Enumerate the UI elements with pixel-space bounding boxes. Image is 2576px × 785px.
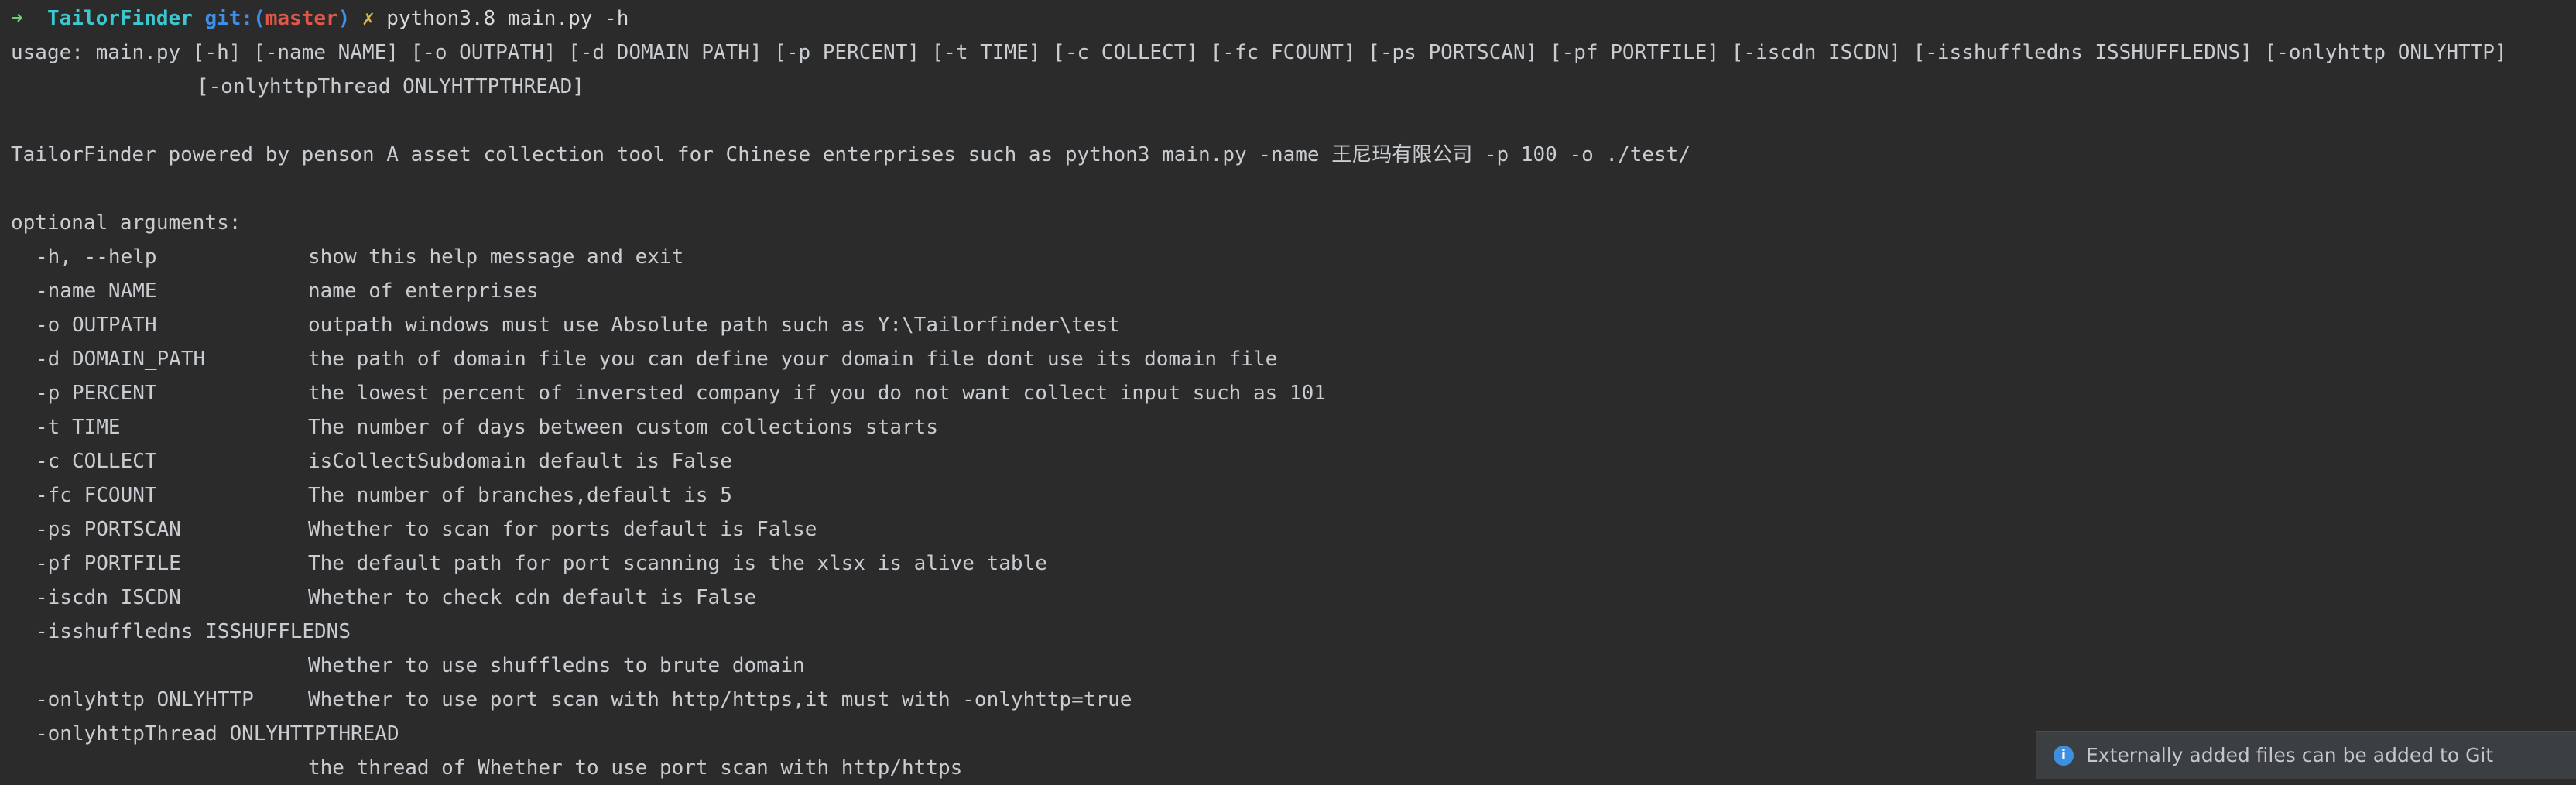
prompt-dirty-icon: ✗ bbox=[361, 7, 375, 30]
option-flag: -onlyhttp ONLYHTTP bbox=[36, 688, 254, 711]
prompt-command: python3.8 main.py -h bbox=[386, 7, 629, 30]
prompt-directory: TailorFinder bbox=[46, 7, 193, 30]
prompt-git-label: git:( bbox=[204, 7, 265, 30]
option-row: -fc FCOUNT The number of branches,default… bbox=[11, 478, 2576, 512]
option-flag: -name NAME bbox=[36, 279, 157, 303]
option-flag: -d DOMAIN_PATH bbox=[36, 348, 206, 371]
option-row: -isshuffledns ISSHUFFLEDNS bbox=[11, 615, 2576, 649]
option-flag: -ps PORTSCAN bbox=[36, 518, 181, 541]
option-description: outpath windows must use Absolute path s… bbox=[308, 314, 1120, 337]
option-row: -iscdn ISCDN Whether to check cdn default… bbox=[11, 581, 2576, 615]
option-row: -ps PORTSCAN Whether to scan for ports de… bbox=[11, 512, 2576, 547]
terminal-output[interactable]: ➜ TailorFinder git:(master) ✗ python3.8 … bbox=[0, 0, 2576, 780]
option-description: The default path for port scanning is th… bbox=[308, 552, 1047, 575]
option-row: -h, --help show this help message and exi… bbox=[11, 240, 2576, 274]
option-row: -pf PORTFILE The default path for port sc… bbox=[11, 547, 2576, 581]
option-row: -onlyhttp ONLYHTTP Whether to use port sc… bbox=[11, 683, 2576, 717]
option-description: show this help message and exit bbox=[308, 245, 684, 269]
option-description: the path of domain file you can define y… bbox=[308, 348, 1278, 371]
info-icon: i bbox=[2054, 745, 2074, 766]
notification-text[interactable]: Externally added files can be added to G… bbox=[2086, 744, 2493, 766]
git-notification[interactable]: i Externally added files can be added to… bbox=[2036, 731, 2576, 779]
option-flag: -c COLLECT bbox=[36, 450, 157, 473]
option-description: Whether to check cdn default is False bbox=[308, 586, 757, 609]
option-flag: -isshuffledns ISSHUFFLEDNS bbox=[36, 620, 351, 643]
description-line: TailorFinder powered by penson A asset c… bbox=[11, 143, 1690, 166]
option-description: Whether to use shuffledns to brute domai… bbox=[308, 654, 805, 677]
option-row: -c COLLECT isCollectSubdomain default is … bbox=[11, 444, 2576, 478]
option-flag: -h, --help bbox=[36, 245, 157, 269]
option-description: the lowest percent of inversted company … bbox=[308, 382, 1326, 405]
option-description: The number of branches,default is 5 bbox=[308, 484, 732, 507]
prompt-line: ➜ TailorFinder git:(master) ✗ python3.8 … bbox=[11, 2, 2576, 36]
option-row: -name NAME name of enterprises bbox=[11, 274, 2576, 308]
prompt-arrow-icon: ➜ bbox=[11, 7, 23, 30]
option-description: Whether to scan for ports default is Fal… bbox=[308, 518, 817, 541]
usage-line-1: usage: main.py [-h] [-name NAME] [-o OUT… bbox=[11, 41, 2507, 64]
option-row: -p PERCENT the lowest percent of inverste… bbox=[11, 376, 2576, 410]
option-flag: -t TIME bbox=[36, 416, 121, 439]
usage-line-2: [-onlyhttpThread ONLYHTTPTHREAD] bbox=[197, 75, 584, 98]
option-description: The number of days between custom collec… bbox=[308, 416, 938, 439]
option-flag: -onlyhttpThread ONLYHTTPTHREAD bbox=[36, 722, 399, 746]
prompt-git-close: ) bbox=[337, 7, 351, 30]
option-flag: -fc FCOUNT bbox=[36, 484, 157, 507]
option-description: isCollectSubdomain default is False bbox=[308, 450, 732, 473]
option-flag: -p PERCENT bbox=[36, 382, 157, 405]
option-row: -d DOMAIN_PATH the path of domain file yo… bbox=[11, 342, 2576, 376]
prompt-branch: master bbox=[265, 7, 338, 30]
section-title: optional arguments: bbox=[11, 211, 242, 235]
option-row: -o OUTPATH outpath windows must use Absol… bbox=[11, 308, 2576, 342]
option-flag: -pf PORTFILE bbox=[36, 552, 181, 575]
option-description: Whether to use port scan with http/https… bbox=[308, 688, 1132, 711]
option-flag: -iscdn ISCDN bbox=[36, 586, 181, 609]
option-flag: -o OUTPATH bbox=[36, 314, 157, 337]
option-row: -t TIME The number of days between custom… bbox=[11, 410, 2576, 444]
option-description: name of enterprises bbox=[308, 279, 539, 303]
